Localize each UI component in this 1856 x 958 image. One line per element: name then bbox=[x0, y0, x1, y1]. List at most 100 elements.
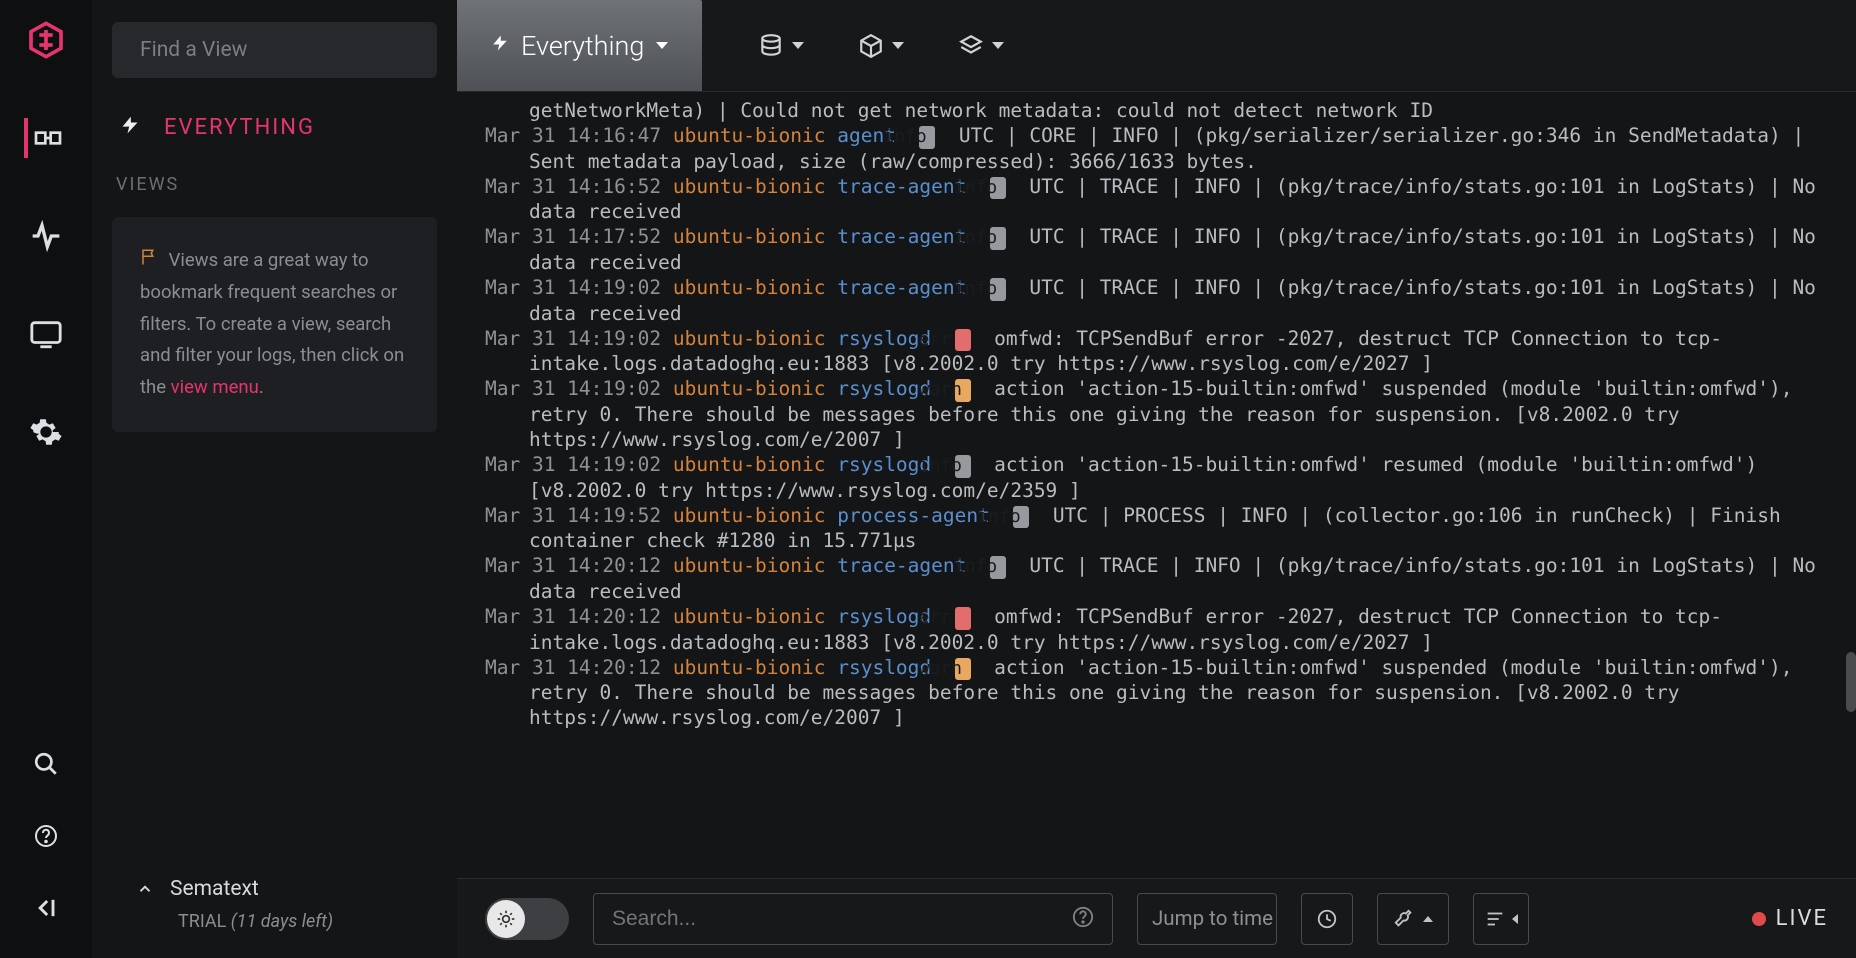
log-line[interactable]: Mar 31 14:19:52 ubuntu-bionic process-ag… bbox=[485, 503, 1826, 554]
log-service: rsyslogd bbox=[837, 327, 931, 350]
nav-collapse-icon[interactable] bbox=[26, 888, 66, 928]
trial-label: TRIAL bbox=[178, 911, 231, 932]
chevron-down-icon bbox=[656, 42, 668, 49]
log-timestamp: Mar 31 14:20:12 bbox=[485, 656, 661, 679]
log-level-badge: info bbox=[990, 227, 1006, 250]
log-level-badge: info bbox=[990, 556, 1006, 579]
log-line[interactable]: Mar 31 14:17:52 ubuntu-bionic trace-agen… bbox=[485, 224, 1826, 275]
log-host: ubuntu-bionic bbox=[673, 605, 826, 628]
bolt-icon bbox=[491, 30, 509, 62]
log-host: ubuntu-bionic bbox=[673, 124, 826, 147]
main-panel: Everything getNetworkMeta) | Could not g… bbox=[457, 0, 1856, 958]
nav-search-icon[interactable] bbox=[26, 744, 66, 784]
tools-dropdown[interactable] bbox=[1377, 893, 1449, 945]
log-service: rsyslogd bbox=[837, 656, 931, 679]
nav-settings-icon[interactable] bbox=[26, 412, 66, 452]
cube-dropdown[interactable] bbox=[858, 33, 904, 59]
log-host: ubuntu-bionic bbox=[673, 504, 826, 527]
bolt-icon bbox=[120, 112, 140, 142]
log-level-badge: info bbox=[919, 126, 935, 149]
log-level-badge: err bbox=[955, 329, 971, 352]
nav-help-icon[interactable] bbox=[26, 816, 66, 856]
flag-icon bbox=[140, 249, 163, 271]
log-host: ubuntu-bionic bbox=[673, 656, 826, 679]
nav-containers-icon[interactable] bbox=[24, 118, 64, 158]
database-dropdown[interactable] bbox=[758, 33, 804, 59]
log-line[interactable]: Mar 31 14:20:12 ubuntu-bionic trace-agen… bbox=[485, 553, 1826, 604]
views-sidebar: Find a View EVERYTHING VIEWS Views are a… bbox=[92, 0, 457, 958]
wrench-icon bbox=[1393, 908, 1415, 930]
layers-icon bbox=[958, 33, 984, 59]
find-view-input[interactable]: Find a View bbox=[112, 22, 437, 78]
view-dropdown-label: Everything bbox=[521, 30, 644, 62]
search-input[interactable] bbox=[612, 907, 1072, 931]
search-box[interactable] bbox=[593, 893, 1113, 945]
log-level-badge: info bbox=[1013, 506, 1029, 529]
sort-dropdown[interactable] bbox=[1473, 893, 1529, 945]
nav-monitor-icon[interactable] bbox=[26, 314, 66, 354]
app-logo[interactable] bbox=[26, 20, 66, 60]
log-timestamp: Mar 31 14:19:02 bbox=[485, 276, 661, 299]
app-branding: Sematext TRIAL (11 days left) bbox=[112, 877, 437, 938]
log-host: ubuntu-bionic bbox=[673, 276, 826, 299]
log-line[interactable]: Mar 31 14:19:02 ubuntu-bionic trace-agen… bbox=[485, 275, 1826, 326]
log-service: trace-agent bbox=[837, 276, 966, 299]
trial-info: TRIAL (11 days left) bbox=[178, 911, 431, 932]
chevron-down-icon bbox=[792, 42, 804, 49]
chevron-up-icon bbox=[136, 880, 154, 898]
clock-icon bbox=[1316, 908, 1338, 930]
trial-remaining: (11 days left) bbox=[231, 911, 333, 932]
theme-toggle[interactable] bbox=[485, 898, 569, 940]
nav-pulse-icon[interactable] bbox=[26, 216, 66, 256]
log-host: ubuntu-bionic bbox=[673, 554, 826, 577]
current-view-label: EVERYTHING bbox=[164, 115, 315, 140]
log-line[interactable]: Mar 31 14:20:12 ubuntu-bionic rsyslogd e… bbox=[485, 604, 1826, 655]
log-line[interactable]: Mar 31 14:16:52 ubuntu-bionic trace-agen… bbox=[485, 174, 1826, 225]
clock-button[interactable] bbox=[1301, 893, 1353, 945]
log-timestamp: Mar 31 14:19:02 bbox=[485, 453, 661, 476]
jump-to-time[interactable]: Jump to time bbox=[1137, 893, 1277, 945]
views-tip-link[interactable]: view menu bbox=[171, 376, 259, 398]
log-service: trace-agent bbox=[837, 554, 966, 577]
help-icon[interactable] bbox=[1072, 906, 1094, 932]
log-level-badge: info bbox=[955, 455, 971, 478]
chevron-down-icon bbox=[992, 42, 1004, 49]
log-line[interactable]: Mar 31 14:16:47 ubuntu-bionic agent info… bbox=[485, 123, 1826, 174]
app-brand-row[interactable]: Sematext bbox=[136, 877, 431, 901]
layers-dropdown[interactable] bbox=[958, 33, 1004, 59]
log-timestamp: Mar 31 14:19:02 bbox=[485, 327, 661, 350]
log-line[interactable]: Mar 31 14:19:02 ubuntu-bionic rsyslogd e… bbox=[485, 326, 1826, 377]
sort-icon bbox=[1484, 908, 1506, 930]
log-line[interactable]: Mar 31 14:19:02 ubuntu-bionic rsyslogd i… bbox=[485, 452, 1826, 503]
log-host: ubuntu-bionic bbox=[673, 377, 826, 400]
log-level-badge: info bbox=[990, 278, 1006, 301]
brand-label: Sematext bbox=[170, 877, 259, 901]
log-timestamp: Mar 31 14:16:47 bbox=[485, 124, 661, 147]
views-heading: VIEWS bbox=[116, 174, 437, 195]
log-host: ubuntu-bionic bbox=[673, 453, 826, 476]
log-timestamp: Mar 31 14:16:52 bbox=[485, 175, 661, 198]
top-toolbar: Everything bbox=[457, 0, 1856, 92]
log-host: ubuntu-bionic bbox=[673, 327, 826, 350]
nav-rail bbox=[0, 0, 92, 958]
log-level-badge: warn bbox=[955, 658, 971, 681]
live-indicator[interactable]: LIVE bbox=[1752, 906, 1828, 931]
view-dropdown[interactable]: Everything bbox=[457, 0, 702, 91]
log-viewer[interactable]: getNetworkMeta) | Could not get network … bbox=[457, 92, 1856, 878]
log-line[interactable]: getNetworkMeta) | Could not get network … bbox=[485, 98, 1826, 123]
log-host: ubuntu-bionic bbox=[673, 175, 826, 198]
scrollbar-thumb[interactable] bbox=[1846, 652, 1856, 712]
current-view-row[interactable]: EVERYTHING bbox=[120, 112, 437, 142]
log-service: process-agent bbox=[837, 504, 990, 527]
log-level-badge: info bbox=[990, 177, 1006, 200]
log-line[interactable]: Mar 31 14:20:12 ubuntu-bionic rsyslogd w… bbox=[485, 655, 1826, 731]
find-view-placeholder: Find a View bbox=[140, 38, 247, 62]
chevron-up-icon bbox=[1423, 916, 1433, 922]
log-line[interactable]: Mar 31 14:19:02 ubuntu-bionic rsyslogd w… bbox=[485, 376, 1826, 452]
log-host: ubuntu-bionic bbox=[673, 225, 826, 248]
log-timestamp: Mar 31 14:20:12 bbox=[485, 605, 661, 628]
live-dot-icon bbox=[1752, 912, 1766, 926]
chevron-left-icon bbox=[1512, 914, 1518, 924]
views-empty-tip: Views are a great way to bookmark freque… bbox=[112, 217, 437, 432]
log-level-badge: warn bbox=[955, 379, 971, 402]
